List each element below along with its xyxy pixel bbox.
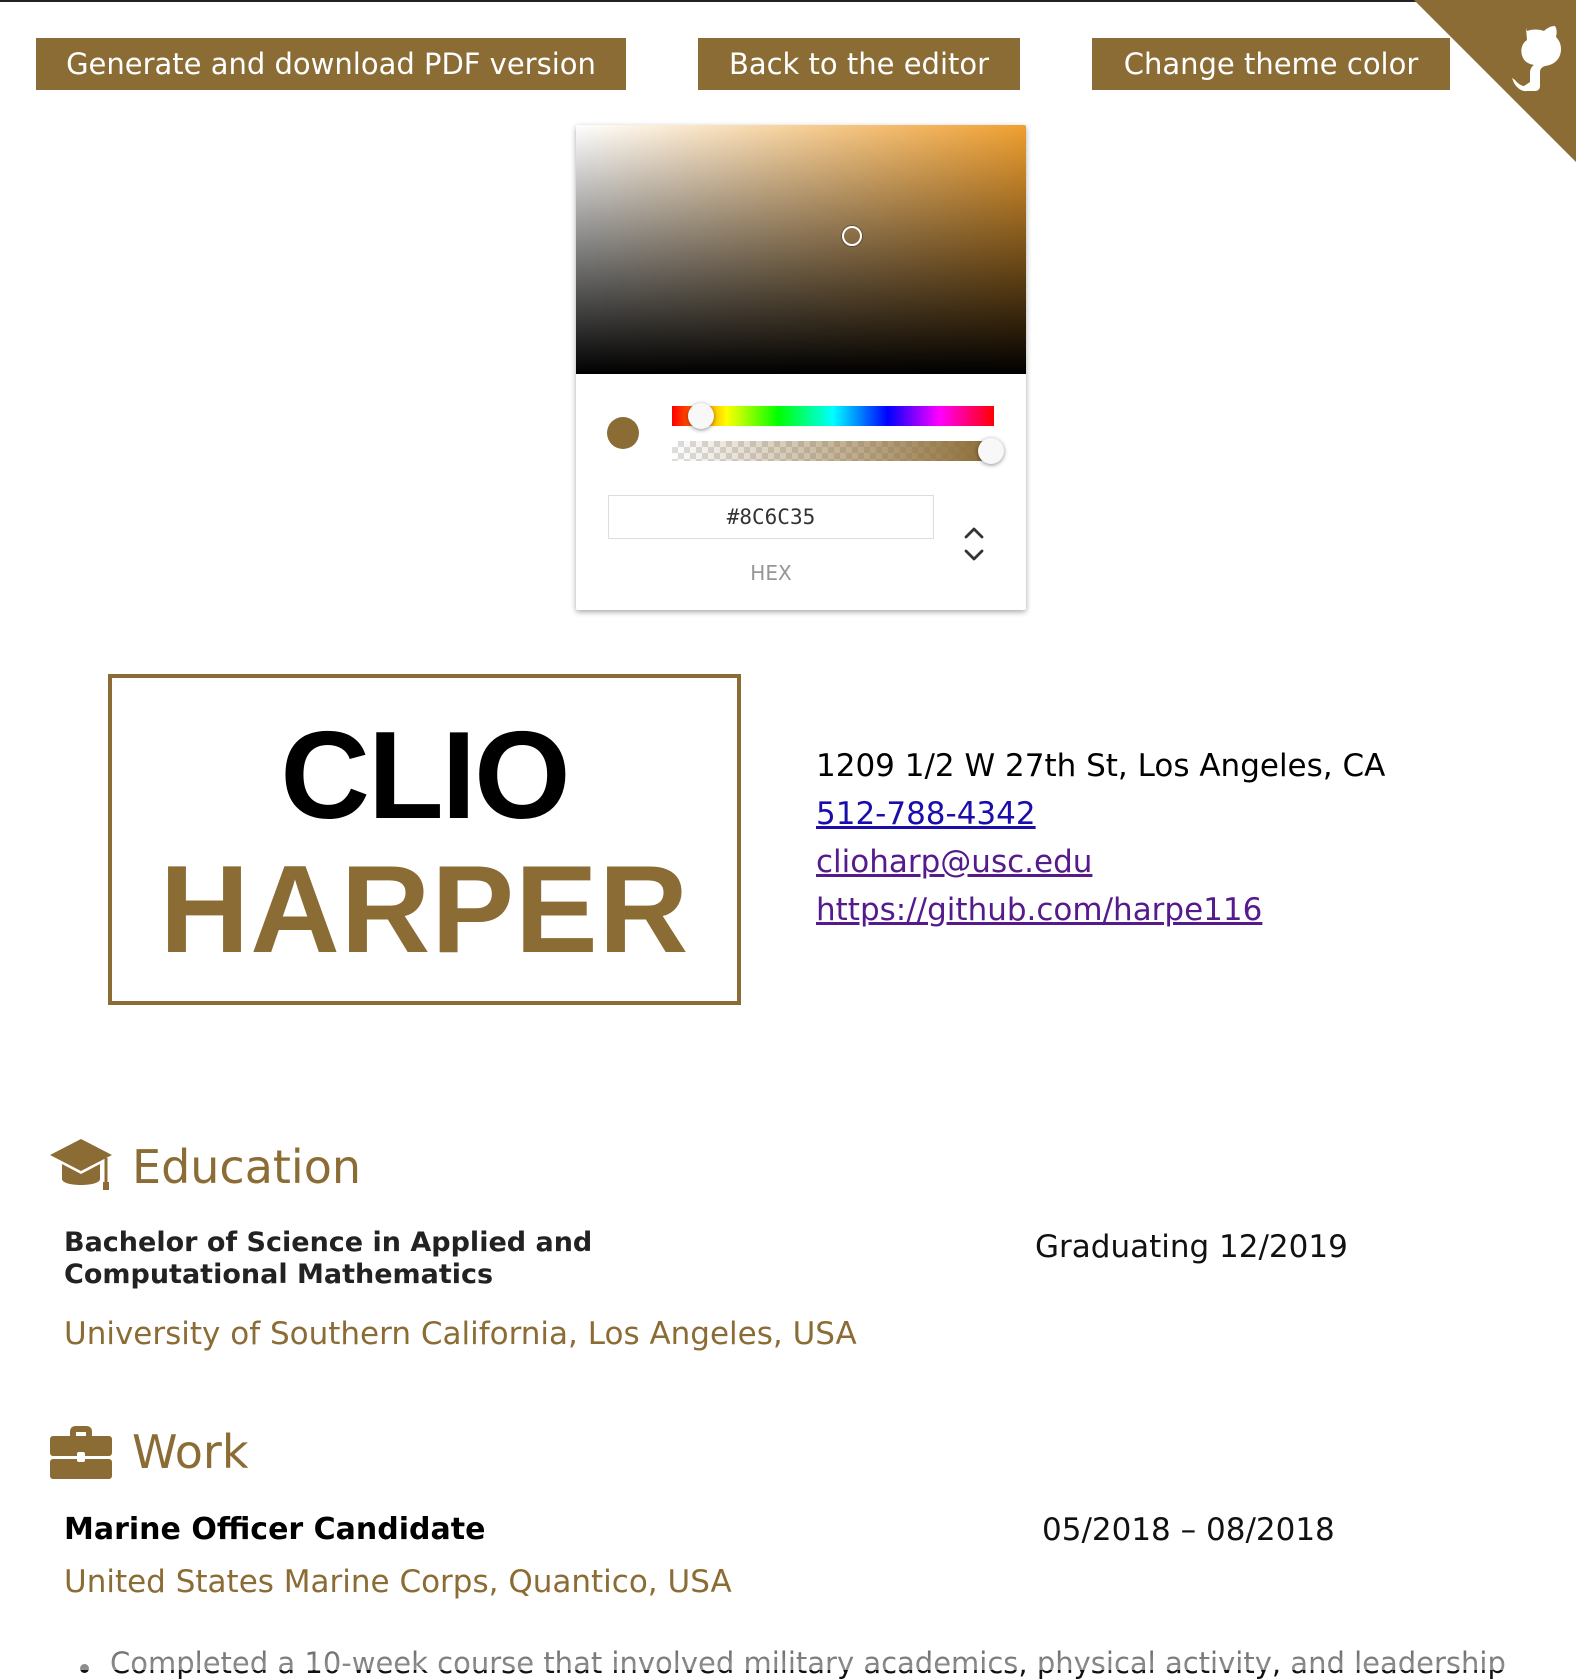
work-dates: 05/2018 – 08/2018 — [1042, 1512, 1335, 1548]
format-toggle-icon[interactable] — [962, 523, 986, 565]
generate-pdf-button[interactable]: Generate and download PDF version — [36, 38, 626, 90]
phone-link-text[interactable]: 512-788-4342 — [816, 796, 1036, 832]
saturation-cursor[interactable] — [842, 226, 862, 246]
github-link-text[interactable]: https://github.com/harpe116 — [816, 892, 1262, 928]
color-preview-swatch — [607, 417, 639, 449]
contact-phone-link[interactable]: 512-788-4342 — [816, 796, 1036, 833]
contact-address: 1209 1/2 W 27th St, Los Angeles, CA — [816, 748, 1386, 784]
hex-mode-label: HEX — [750, 561, 792, 585]
alpha-slider-handle[interactable] — [978, 438, 1004, 464]
education-school: University of Southern California, Los A… — [64, 1316, 857, 1352]
github-corner-link[interactable] — [1414, 0, 1576, 162]
education-degree: Bachelor of Science in Applied and Compu… — [64, 1227, 593, 1290]
email-link-text[interactable]: clioharp@usc.edu — [816, 844, 1092, 880]
briefcase-icon — [50, 1426, 112, 1479]
work-position: Marine Officer Candidate — [64, 1512, 486, 1547]
top-border — [0, 0, 1576, 2]
last-name: HARPER — [159, 841, 690, 979]
contact-email-link[interactable]: clioharp@usc.edu — [816, 844, 1092, 881]
color-picker-popover: #8C6C35 HEX — [576, 125, 1026, 610]
first-name: CLIO — [280, 707, 570, 845]
hue-slider[interactable] — [672, 403, 994, 429]
hue-slider-handle[interactable] — [688, 403, 714, 429]
contact-github-link[interactable]: https://github.com/harpe116 — [816, 892, 1262, 929]
graduation-cap-icon — [50, 1139, 112, 1190]
education-title: Education — [132, 1140, 362, 1194]
work-organization: United States Marine Corps, Quantico, US… — [64, 1564, 732, 1600]
back-to-editor-button[interactable]: Back to the editor — [698, 38, 1020, 90]
work-title: Work — [132, 1425, 249, 1479]
education-date: Graduating 12/2019 — [1035, 1229, 1348, 1265]
alpha-slider[interactable] — [672, 438, 1004, 464]
work-bullet-item: Completed a 10-week course that involved… — [80, 1646, 1506, 1680]
name-box: CLIO HARPER — [108, 674, 741, 1005]
change-theme-color-button[interactable]: Change theme color — [1092, 38, 1450, 90]
saturation-area[interactable] — [576, 125, 1026, 374]
hex-input[interactable]: #8C6C35 — [608, 495, 934, 539]
github-octocat-icon — [1414, 0, 1576, 162]
